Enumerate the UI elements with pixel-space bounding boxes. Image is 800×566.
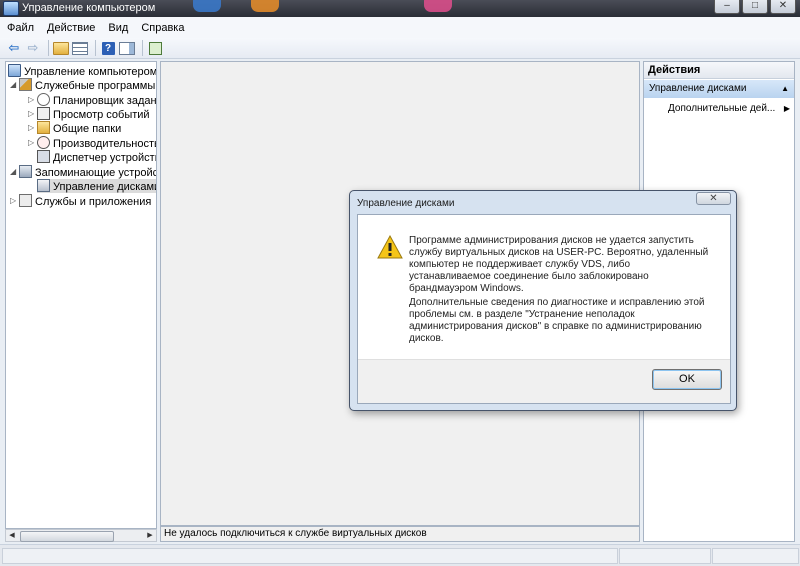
tree-item-label: Просмотр событий xyxy=(53,109,150,121)
shared-folders-icon xyxy=(37,121,50,134)
toolbar: ⇦ ⇨ ? xyxy=(0,38,800,59)
tree-item-task-scheduler[interactable]: ▷ Планировщик заданий xyxy=(28,93,157,107)
dialog-footer: OK xyxy=(358,359,730,403)
tree-item-services-and-applications[interactable]: ▷ Службы и приложения xyxy=(10,194,151,208)
tree-item-label: Планировщик заданий xyxy=(53,95,157,107)
tree-item-label: Служебные программы xyxy=(35,80,156,92)
tree-item-label: Диспетчер устройств xyxy=(53,152,157,164)
dialog-message-secondary: Дополнительные сведения по диагностике и… xyxy=(409,297,705,344)
expand-arrow-icon[interactable]: ▷ xyxy=(28,136,37,150)
dialog-close-button[interactable]: ✕ xyxy=(696,192,731,205)
system-tools-icon xyxy=(19,78,32,91)
tree-item-event-viewer[interactable]: ▷ Просмотр событий xyxy=(28,107,150,121)
tree-item-label: Управление дисками xyxy=(53,181,157,193)
tree-item-label: Службы и приложения xyxy=(35,196,152,208)
dialog-title: Управление дисками xyxy=(357,198,455,209)
menu-file[interactable]: Файл xyxy=(0,22,40,34)
background-artifact-icon xyxy=(251,0,279,12)
dialog-message-primary: Программе администрирования дисков не уд… xyxy=(409,235,709,294)
more-actions-label: Дополнительные дей... xyxy=(668,103,776,114)
ok-button[interactable]: OK xyxy=(652,369,722,390)
back-icon[interactable]: ⇦ xyxy=(6,40,22,56)
tree-horizontal-scrollbar[interactable]: ◀ ▶ xyxy=(5,529,157,542)
computer-management-icon xyxy=(8,64,21,77)
tree-item-shared-folders[interactable]: ▷ Общие папки xyxy=(28,121,121,135)
warning-icon xyxy=(377,235,403,259)
tree-item-label: Общие папки xyxy=(53,123,122,135)
device-manager-icon xyxy=(37,150,50,163)
collapse-arrow-icon[interactable]: ◢ xyxy=(10,78,19,92)
collapse-caret-icon[interactable]: ▲ xyxy=(781,80,789,98)
menu-help[interactable]: Справка xyxy=(134,22,190,34)
help-icon[interactable]: ? xyxy=(100,40,116,56)
tree-item-label: Производительность xyxy=(53,138,157,150)
tree-item-disk-management[interactable]: Управление дисками xyxy=(37,179,157,193)
actions-section-label: Управление дисками xyxy=(649,83,747,94)
tree-item-device-manager[interactable]: Диспетчер устройств xyxy=(37,150,157,164)
background-artifact-icon xyxy=(193,0,221,12)
expand-arrow-icon[interactable]: ▷ xyxy=(28,93,37,107)
properties-icon[interactable] xyxy=(147,40,163,56)
error-dialog: Управление дисками ✕ Программе администр… xyxy=(349,190,737,411)
maximize-button[interactable]: □ xyxy=(742,0,768,14)
status-section xyxy=(712,548,799,564)
storage-icon xyxy=(19,165,32,178)
status-bar xyxy=(0,544,800,566)
title-bar: Управление компьютером – □ ✕ xyxy=(0,0,800,17)
dialog-body: Программе администрирования дисков не уд… xyxy=(357,214,731,404)
show-action-pane-icon[interactable] xyxy=(119,40,135,56)
performance-icon xyxy=(37,136,50,149)
background-artifact-icon xyxy=(424,0,452,12)
tree-item-system-tools[interactable]: ◢ Служебные программы xyxy=(10,78,155,92)
collapse-arrow-icon[interactable]: ◢ xyxy=(10,165,19,179)
tree-item-storage[interactable]: ◢ Запоминающие устройст xyxy=(10,165,157,179)
minimize-button[interactable]: – xyxy=(714,0,740,14)
actions-header: Действия xyxy=(644,62,794,79)
expand-arrow-icon[interactable]: ▷ xyxy=(28,121,37,135)
up-one-level-icon[interactable] xyxy=(53,40,69,56)
toolbar-separator xyxy=(48,40,49,56)
task-scheduler-icon xyxy=(37,93,50,106)
expand-arrow-icon[interactable]: ▷ xyxy=(10,194,19,208)
toolbar-separator xyxy=(95,40,96,56)
scroll-right-icon[interactable]: ▶ xyxy=(144,530,156,541)
more-actions-item[interactable]: Дополнительные дей... ▶ xyxy=(668,102,790,116)
services-icon xyxy=(19,194,32,207)
submenu-arrow-icon: ▶ xyxy=(783,104,790,113)
menu-bar: Файл Действие Вид Справка xyxy=(0,17,800,39)
scrollbar-thumb[interactable] xyxy=(20,531,114,542)
window-title: Управление компьютером xyxy=(22,2,156,14)
console-tree: Управление компьютером (л ◢ Служебные про… xyxy=(5,61,157,529)
actions-section-disk-management[interactable]: Управление дисками ▲ xyxy=(644,80,794,98)
computer-management-app-icon xyxy=(3,1,19,16)
status-section xyxy=(2,548,618,564)
menu-view[interactable]: Вид xyxy=(101,22,134,34)
tree-item-computer-management[interactable]: Управление компьютером (л xyxy=(8,64,157,78)
event-viewer-icon xyxy=(37,107,50,120)
close-window-button[interactable]: ✕ xyxy=(770,0,796,14)
tree-item-label: Управление компьютером (л xyxy=(24,66,157,78)
forward-icon[interactable]: ⇨ xyxy=(25,40,41,56)
menu-action[interactable]: Действие xyxy=(40,22,101,34)
expand-arrow-icon[interactable]: ▷ xyxy=(28,107,37,121)
disk-management-icon xyxy=(37,179,50,192)
toolbar-separator xyxy=(142,40,143,56)
results-status-text: Не удалось подключиться к службе виртуал… xyxy=(160,526,640,542)
show-hide-tree-icon[interactable] xyxy=(72,40,88,56)
tree-item-performance[interactable]: ▷ Производительность xyxy=(28,136,157,150)
status-section xyxy=(619,548,711,564)
tree-item-label: Запоминающие устройст xyxy=(35,167,157,179)
scroll-left-icon[interactable]: ◀ xyxy=(6,530,18,541)
